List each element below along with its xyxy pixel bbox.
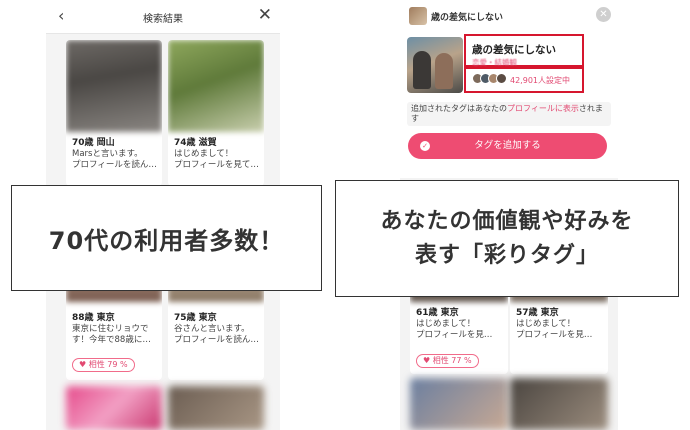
profile-display-link[interactable]: プロフィールに表示: [507, 104, 579, 113]
match-label: 相性 79 %: [88, 360, 128, 369]
profile-name: 57歳 東京: [516, 308, 559, 318]
caption-text: 表す「彩りタグ」: [414, 242, 599, 268]
profile-message: プロフィールを読ん…: [174, 335, 259, 345]
caption-right: あなたの価値観や好みを 表す「彩りタグ」: [335, 180, 679, 297]
profile-photo: [66, 386, 162, 430]
add-tag-label: タグを追加する: [474, 140, 541, 151]
profile-card[interactable]: 74歳 滋賀 はじめまして！ プロフィールを見て…: [168, 40, 264, 186]
caption-left: 70代の利用者多数！: [11, 185, 322, 291]
profile-photo: [168, 386, 264, 430]
info-note: 追加されたタグはあなたのプロフィールに表示されます: [407, 102, 611, 126]
profile-message: プロフィールを見て…: [174, 160, 259, 170]
avatar: [496, 73, 507, 84]
profile-message: プロフィールを見…: [516, 330, 593, 340]
tag-thumbnail: [409, 7, 427, 25]
tag-sheet: 歳の差気にしない ✕ 歳の差気にしない 恋愛・結婚観 42,901人設定中 追加…: [400, 0, 618, 178]
profile-message: プロフィールを読ん…: [72, 160, 157, 170]
close-icon[interactable]: ✕: [258, 5, 272, 25]
profile-message: はじめまして！: [516, 319, 576, 329]
search-header: ‹ 検索結果 ✕: [46, 0, 280, 34]
profile-photo: [168, 40, 264, 132]
sheet-title: 歳の差気にしない: [431, 13, 504, 23]
check-icon: ✓: [420, 141, 430, 151]
note-text: 追加されたタグはあなたの: [411, 104, 507, 113]
profile-card[interactable]: 61歳 東京 はじめまして！ プロフィールを見… ♥ 相性 77 %: [410, 284, 508, 374]
profile-photo: [510, 378, 608, 430]
profile-message: はじめまして！: [416, 319, 476, 329]
add-tag-button[interactable]: ✓ タグを追加する: [408, 133, 607, 159]
match-label: 相性 77 %: [432, 356, 472, 365]
page-title: 検索結果: [143, 14, 183, 25]
match-badge: ♥ 相性 79 %: [72, 358, 135, 372]
profile-card[interactable]: 70歳 岡山 Marsと言います。 プロフィールを読ん…: [66, 40, 162, 186]
close-icon[interactable]: ✕: [596, 7, 611, 22]
caption-text: あなたの価値観や好みを: [380, 208, 634, 234]
profile-photo: [66, 40, 162, 132]
set-count: 42,901人設定中: [510, 76, 570, 85]
profile-message: はじめまして！: [174, 149, 234, 159]
profile-name: 88歳 東京: [72, 313, 115, 323]
profile-message: Marsと言います。: [72, 149, 143, 159]
profile-photo: [410, 378, 508, 430]
profile-name: 61歳 東京: [416, 308, 459, 318]
profile-message: 東京に住むリョウで: [72, 324, 149, 334]
match-badge: ♥ 相性 77 %: [416, 354, 479, 368]
profile-card[interactable]: 57歳 東京 はじめまして！ プロフィールを見…: [510, 284, 608, 374]
profile-message: 谷さんと言います。: [174, 324, 250, 334]
profile-message: プロフィールを見…: [416, 330, 493, 340]
tag-image: [407, 37, 463, 93]
profile-message: す！今年で88歳に…: [72, 335, 151, 345]
profile-name: 70歳 岡山: [72, 138, 115, 148]
profile-name: 75歳 東京: [174, 313, 217, 323]
tag-title: 歳の差気にしない: [472, 44, 556, 56]
caption-text: 70代の利用者多数！: [48, 226, 285, 255]
profile-name: 74歳 滋賀: [174, 138, 217, 148]
